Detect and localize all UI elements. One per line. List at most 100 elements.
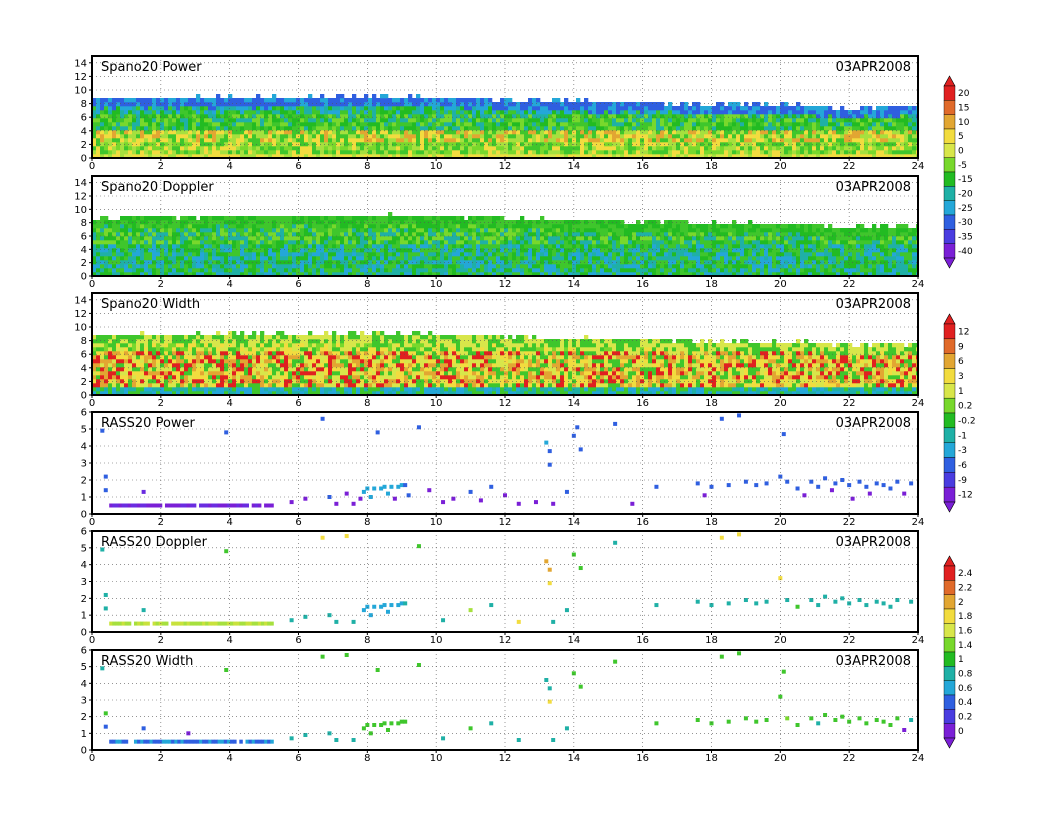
heatmap-cell bbox=[476, 114, 481, 119]
heatmap-cell bbox=[260, 98, 265, 103]
heatmap-cell bbox=[652, 134, 657, 139]
heatmap-cell bbox=[852, 122, 857, 127]
heatmap-cell bbox=[280, 260, 285, 265]
heatmap-cell bbox=[580, 252, 585, 257]
heatmap-cell bbox=[584, 252, 589, 257]
heatmap-cell bbox=[464, 220, 469, 225]
heatmap-cell bbox=[700, 122, 705, 127]
heatmap-cell bbox=[408, 94, 413, 99]
heatmap-cell bbox=[232, 224, 237, 229]
heatmap-cell bbox=[348, 232, 353, 237]
heatmap-cell bbox=[456, 260, 461, 265]
heatmap-cell bbox=[276, 232, 281, 237]
heatmap-cell bbox=[232, 220, 237, 225]
heatmap-cell bbox=[476, 98, 481, 103]
heatmap-cell bbox=[252, 268, 257, 273]
heatmap-cell bbox=[432, 102, 437, 107]
heatmap-cell bbox=[164, 240, 169, 245]
heatmap-cell bbox=[400, 252, 405, 257]
heatmap-cell bbox=[580, 134, 585, 139]
heatmap-cell bbox=[552, 114, 557, 119]
heatmap-cell bbox=[176, 228, 181, 233]
heatmap-cell bbox=[240, 248, 245, 253]
heatmap-cell bbox=[352, 94, 357, 99]
heatmap-cell bbox=[476, 236, 481, 241]
heatmap-cell bbox=[908, 118, 913, 123]
heatmap-cell bbox=[100, 138, 105, 143]
heatmap-cell bbox=[788, 118, 793, 123]
heatmap-cell bbox=[184, 216, 189, 221]
heatmap-cell bbox=[312, 244, 317, 249]
heatmap-cell bbox=[680, 102, 685, 107]
heatmap-cell bbox=[616, 264, 621, 269]
heatmap-cell bbox=[592, 102, 597, 107]
heatmap-cell bbox=[132, 126, 137, 131]
heatmap-cell bbox=[612, 252, 617, 257]
heatmap-cell bbox=[188, 150, 193, 155]
heatmap-cell bbox=[504, 268, 509, 273]
heatmap-cell bbox=[364, 268, 369, 273]
heatmap-cell bbox=[828, 138, 833, 143]
heatmap-cell bbox=[348, 122, 353, 127]
panel-title: Spano20 Power bbox=[101, 60, 202, 75]
heatmap-cell bbox=[800, 126, 805, 131]
heatmap-cell bbox=[404, 134, 409, 139]
heatmap-cell bbox=[260, 220, 265, 225]
heatmap-cell bbox=[364, 134, 369, 139]
heatmap-cell bbox=[244, 150, 249, 155]
heatmap-cell bbox=[792, 138, 797, 143]
heatmap-cell bbox=[512, 264, 517, 269]
heatmap-cell bbox=[576, 146, 581, 151]
heatmap-cell bbox=[352, 256, 357, 261]
heatmap-cell bbox=[728, 106, 733, 111]
heatmap-cell bbox=[244, 232, 249, 237]
heatmap-cell bbox=[444, 110, 449, 115]
heatmap-cell bbox=[896, 114, 901, 119]
heatmap-cell bbox=[388, 106, 393, 111]
heatmap-cell bbox=[100, 256, 105, 261]
heatmap-cell bbox=[468, 264, 473, 269]
heatmap-cell bbox=[544, 146, 549, 151]
heatmap-cell bbox=[216, 98, 221, 103]
heatmap-cell bbox=[524, 146, 529, 151]
heatmap-cell bbox=[820, 106, 825, 111]
heatmap-cell bbox=[528, 126, 533, 131]
heatmap-cell bbox=[332, 106, 337, 111]
heatmap-cell bbox=[560, 146, 565, 151]
heatmap-cell bbox=[408, 126, 413, 131]
heatmap-cell bbox=[876, 106, 881, 111]
heatmap-cell bbox=[816, 146, 821, 151]
heatmap-cell bbox=[424, 228, 429, 233]
heatmap-cell bbox=[272, 224, 277, 229]
heatmap-cell bbox=[104, 232, 109, 237]
heatmap-cell bbox=[536, 118, 541, 123]
heatmap-cell bbox=[488, 110, 493, 115]
heatmap-cell bbox=[828, 126, 833, 131]
heatmap-cell bbox=[152, 146, 157, 151]
heatmap-cell bbox=[360, 134, 365, 139]
heatmap-cell bbox=[812, 150, 817, 155]
heatmap-cell bbox=[556, 268, 561, 273]
heatmap-cell bbox=[880, 138, 885, 143]
heatmap-cell bbox=[312, 114, 317, 119]
heatmap-cell bbox=[152, 110, 157, 115]
heatmap-cell bbox=[572, 224, 577, 229]
heatmap-cell bbox=[712, 118, 717, 123]
heatmap-cell bbox=[116, 240, 121, 245]
heatmap-cell bbox=[508, 138, 513, 143]
heatmap-cell bbox=[532, 260, 537, 265]
heatmap-cell bbox=[408, 256, 413, 261]
heatmap-cell bbox=[588, 118, 593, 123]
heatmap-cell bbox=[212, 118, 217, 123]
heatmap-cell bbox=[384, 98, 389, 103]
heatmap-cell bbox=[116, 256, 121, 261]
heatmap-cell bbox=[572, 118, 577, 123]
heatmap-cell bbox=[720, 126, 725, 131]
heatmap-cell bbox=[700, 106, 705, 111]
heatmap-cell bbox=[540, 138, 545, 143]
heatmap-cell bbox=[328, 268, 333, 273]
heatmap-cell bbox=[556, 110, 561, 115]
heatmap-cell bbox=[484, 98, 489, 103]
heatmap-cell bbox=[444, 248, 449, 253]
heatmap-cell bbox=[520, 256, 525, 261]
